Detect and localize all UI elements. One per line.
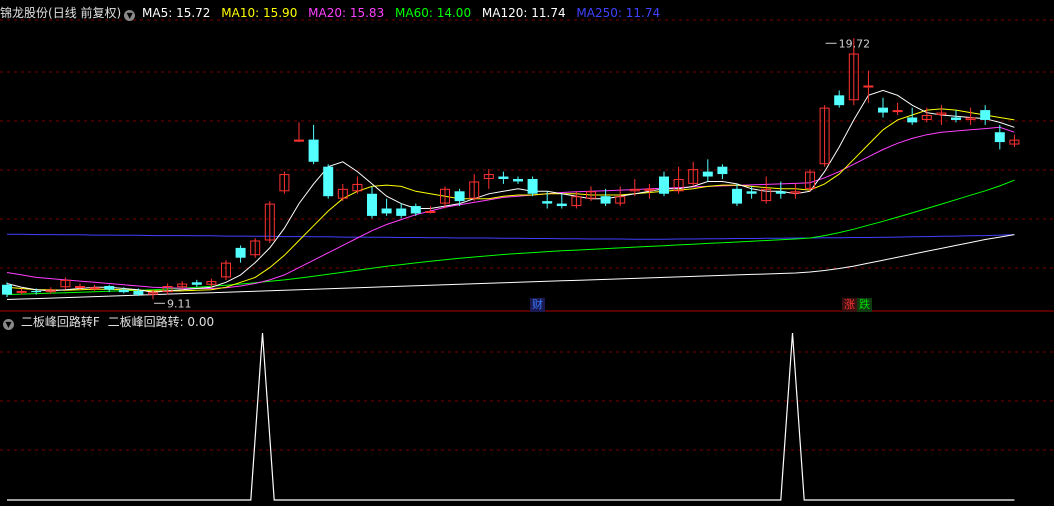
candle-down xyxy=(775,191,786,194)
annotation-low-label: 9.11 xyxy=(167,297,192,310)
event-finance-marker[interactable]: 财 xyxy=(530,298,545,312)
candle-down xyxy=(732,188,742,204)
candle-down xyxy=(527,178,538,194)
event-limit-up-label: 涨 xyxy=(844,298,855,311)
candle-down xyxy=(600,196,611,204)
candle-down xyxy=(191,282,202,285)
candle-down xyxy=(367,193,377,216)
candle-down xyxy=(834,95,845,106)
candle-down xyxy=(308,139,319,162)
event-limit-up-marker[interactable]: 涨 xyxy=(842,298,857,312)
event-limit-down-label: 跌 xyxy=(859,298,870,311)
ma-line-ma250 xyxy=(7,233,1015,240)
indicator-value: 二板峰回路转: 0.00 xyxy=(107,315,215,329)
candle-down xyxy=(498,176,509,179)
candle-down xyxy=(2,284,12,295)
stock-name: 锦龙股份 xyxy=(0,6,49,20)
candle-down xyxy=(31,290,42,293)
chevron-down-icon[interactable]: ▼ xyxy=(3,319,14,330)
ma250-label: MA250: 11.74 xyxy=(576,6,661,20)
candle-down xyxy=(702,171,713,177)
event-finance-label: 财 xyxy=(532,298,543,311)
candle-up xyxy=(89,287,100,290)
indicator-line xyxy=(7,332,1015,501)
ma5-label: MA5: 15.72 xyxy=(142,6,211,20)
candle-down xyxy=(980,110,991,120)
kline-chart[interactable]: 9.11 19.72 xyxy=(0,0,1054,506)
candle-up xyxy=(892,110,903,113)
candle-up xyxy=(644,188,655,191)
chevron-down-icon[interactable]: ▼ xyxy=(124,10,136,21)
candle-down xyxy=(410,206,421,214)
indicator-panel-header: ▼ 二板峰回路转F 二板峰回路转: 0.00 xyxy=(0,312,1054,332)
candle-down xyxy=(907,117,918,123)
ma120-label: MA120: 11.74 xyxy=(481,6,566,20)
candle-down xyxy=(717,166,728,175)
event-limit-down-marker[interactable]: 跌 xyxy=(857,298,872,312)
candle-down xyxy=(396,208,407,216)
candle-down xyxy=(542,201,553,204)
ma20-label: MA20: 15.83 xyxy=(308,6,385,20)
ma60-label: MA60: 14.00 xyxy=(395,6,472,20)
candle-down xyxy=(104,286,115,290)
candle-down xyxy=(381,208,392,214)
candle-down xyxy=(746,191,757,194)
ma-line-ma10 xyxy=(6,108,1015,292)
period-label: (日线 前复权) xyxy=(48,6,122,20)
ma10-label: MA10: 15.90 xyxy=(221,6,298,20)
candle-down xyxy=(133,290,144,295)
candle-down xyxy=(556,203,567,207)
main-panel-header: 锦龙股份(日线 前复权) ▼ MA5: 15.72 MA10: 15.90 MA2… xyxy=(0,3,1054,23)
candle-up xyxy=(425,210,436,213)
indicator-name: 二板峰回路转F xyxy=(20,315,100,329)
candle-down xyxy=(994,132,1005,143)
candle-down xyxy=(235,247,246,258)
candle-down xyxy=(659,176,669,194)
candle-down xyxy=(118,289,129,293)
candle-down xyxy=(323,166,334,197)
candle-down xyxy=(513,178,523,182)
candle-down xyxy=(878,107,888,113)
candle-up xyxy=(294,139,304,142)
candle-down xyxy=(951,117,961,120)
candle-down xyxy=(454,191,465,202)
candle-up xyxy=(75,286,85,289)
candle-up xyxy=(863,85,874,88)
annotation-high-label: 19.72 xyxy=(839,37,871,50)
candle-up xyxy=(16,290,27,293)
